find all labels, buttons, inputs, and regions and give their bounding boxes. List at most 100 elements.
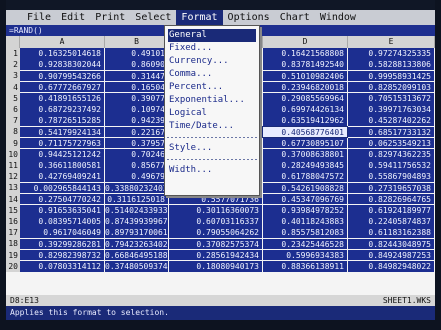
cell-b15[interactable]: 0.51402433933: [105, 204, 168, 216]
cell-a19[interactable]: 0.82982398732: [20, 249, 104, 261]
cell-a13[interactable]: 0.002965844143: [20, 182, 104, 194]
cell-e1[interactable]: 0.97274325335: [348, 48, 434, 59]
cell-e12[interactable]: 0.55867904893: [348, 171, 434, 183]
cell-c16[interactable]: 0.60703116337: [169, 216, 262, 227]
cell-a1[interactable]: 0.16325014618: [20, 48, 104, 59]
cell-c18[interactable]: 0.37082575374: [169, 238, 262, 250]
cell-e18[interactable]: 0.82443048975: [348, 238, 434, 250]
cell-d17[interactable]: 0.85575812083: [263, 227, 347, 239]
format-menu-item-currency[interactable]: Currency...: [165, 55, 259, 68]
menu-format[interactable]: Format: [176, 10, 223, 25]
menu-file[interactable]: File: [22, 10, 56, 25]
row-header-19[interactable]: 19: [6, 249, 20, 261]
row-header-3[interactable]: 3: [6, 70, 20, 82]
cell-d15[interactable]: 0.93984978252: [263, 204, 347, 216]
format-menu-item-percent[interactable]: Percent...: [165, 81, 259, 94]
row-header-15[interactable]: 15: [6, 204, 20, 216]
cell-e13[interactable]: 0.27319657038: [348, 182, 434, 194]
cell-a20[interactable]: 0.07803314112: [20, 260, 104, 272]
cell-a8[interactable]: 0.54179924134: [20, 126, 104, 138]
cell-e11[interactable]: 0.59411756532: [348, 160, 434, 171]
cell-e3[interactable]: 0.99958931425: [348, 70, 434, 82]
format-menu-item-time-date[interactable]: Time/Date...: [165, 120, 259, 133]
row-header-9[interactable]: 9: [6, 137, 20, 149]
menu-select[interactable]: Select: [130, 10, 176, 25]
cell-b20[interactable]: 0.37480509374: [105, 260, 168, 272]
row-header-1[interactable]: 1: [6, 48, 20, 60]
cell-a4[interactable]: 0.67772667927: [20, 81, 104, 93]
cell-b7[interactable]: 0.94239: [105, 115, 168, 127]
column-header-b[interactable]: B: [105, 36, 169, 48]
cell-a15[interactable]: 0.91653635041: [20, 204, 104, 216]
cell-d8[interactable]: 0.40568776401: [262, 125, 348, 139]
row-header-7[interactable]: 7: [6, 115, 20, 127]
column-header-e[interactable]: E: [348, 36, 435, 48]
cell-a10[interactable]: 0.94425121242: [20, 148, 104, 160]
cell-b14[interactable]: 0.3116125018: [105, 193, 168, 205]
grid-corner[interactable]: [6, 36, 20, 48]
format-menu-item-logical[interactable]: Logical: [165, 107, 259, 120]
cell-e5[interactable]: 0.70515313672: [348, 92, 434, 104]
format-menu-item-width[interactable]: Width...: [165, 164, 259, 177]
cell-e14[interactable]: 0.82826964765: [348, 193, 434, 205]
cell-e10[interactable]: 0.82974362235: [348, 148, 434, 160]
format-menu-item-comma[interactable]: Comma...: [165, 68, 259, 81]
cell-d14[interactable]: 0.45347096769: [263, 193, 347, 205]
format-menu-item-general[interactable]: General: [168, 29, 256, 42]
cell-b4[interactable]: 0.16504: [105, 81, 168, 93]
row-header-12[interactable]: 12: [6, 171, 20, 183]
cell-d13[interactable]: 0.54261908828: [263, 182, 347, 194]
cell-d11[interactable]: 0.28249493845: [263, 160, 347, 171]
menu-print[interactable]: Print: [90, 10, 130, 25]
cell-e7[interactable]: 0.45287402262: [348, 115, 434, 127]
cell-d2[interactable]: 0.83781492540: [263, 59, 347, 71]
cell-d1[interactable]: 0.16421568808: [263, 48, 347, 59]
cell-e4[interactable]: 0.82852099103: [348, 81, 434, 93]
cell-b11[interactable]: 0.85677: [105, 160, 168, 171]
cell-a3[interactable]: 0.90799543266: [20, 70, 104, 82]
row-header-5[interactable]: 5: [6, 92, 20, 104]
cell-d18[interactable]: 0.23425446528: [263, 238, 347, 250]
cell-c19[interactable]: 0.28561942434: [169, 249, 262, 261]
cell-d7[interactable]: 0.63519412962: [263, 115, 347, 127]
cell-e16[interactable]: 0.22405874837: [348, 216, 434, 227]
cell-a17[interactable]: 0.9617046049: [20, 227, 104, 239]
cell-b2[interactable]: 0.86090: [105, 59, 168, 71]
cell-d19[interactable]: 0.5996934383: [263, 249, 347, 261]
cell-d12[interactable]: 0.61788047572: [263, 171, 347, 183]
cell-e20[interactable]: 0.84982948022: [348, 260, 434, 272]
cell-a7[interactable]: 0.78726515285: [20, 115, 104, 127]
row-header-8[interactable]: 8: [6, 126, 20, 138]
cell-c20[interactable]: 0.18080940173: [169, 260, 262, 272]
cell-e17[interactable]: 0.61183162388: [348, 227, 434, 239]
cell-a11[interactable]: 0.36611800581: [20, 160, 104, 171]
cell-e8[interactable]: 0.68517733132: [348, 126, 434, 138]
cell-b16[interactable]: 0.87439939967: [105, 216, 168, 227]
row-header-18[interactable]: 18: [6, 238, 20, 250]
cell-a5[interactable]: 0.41891655126: [20, 92, 104, 104]
menu-options[interactable]: Options: [223, 10, 275, 25]
menu-window[interactable]: Window: [315, 10, 361, 25]
cell-d10[interactable]: 0.37008638801: [263, 148, 347, 160]
cell-a6[interactable]: 0.68729237492: [20, 104, 104, 115]
row-header-4[interactable]: 4: [6, 81, 20, 93]
cell-b6[interactable]: 0.10974: [105, 104, 168, 115]
cell-d9[interactable]: 0.67730895107: [263, 137, 347, 149]
cell-c15[interactable]: 0.30116360073: [169, 204, 262, 216]
menu-edit[interactable]: Edit: [56, 10, 90, 25]
cell-b5[interactable]: 0.39077: [105, 92, 168, 104]
cell-b10[interactable]: 0.70246: [105, 148, 168, 160]
cell-e19[interactable]: 0.84924987253: [348, 249, 434, 261]
cell-c17[interactable]: 0.79055064262: [169, 227, 262, 239]
cell-b8[interactable]: 0.22167: [105, 126, 168, 138]
column-header-a[interactable]: A: [20, 36, 105, 48]
cell-a2[interactable]: 0.92838302044: [20, 59, 104, 71]
row-header-16[interactable]: 16: [6, 216, 20, 228]
cell-a14[interactable]: 0.27504770242: [20, 193, 104, 205]
cell-b3[interactable]: 0.31447: [105, 70, 168, 82]
cell-e6[interactable]: 0.39971763034: [348, 104, 434, 115]
format-menu-item-fixed[interactable]: Fixed...: [165, 42, 259, 55]
cell-b18[interactable]: 0.79423263402: [105, 238, 168, 250]
cell-d3[interactable]: 0.51010982406: [263, 70, 347, 82]
format-menu-item-style[interactable]: Style...: [165, 142, 259, 155]
